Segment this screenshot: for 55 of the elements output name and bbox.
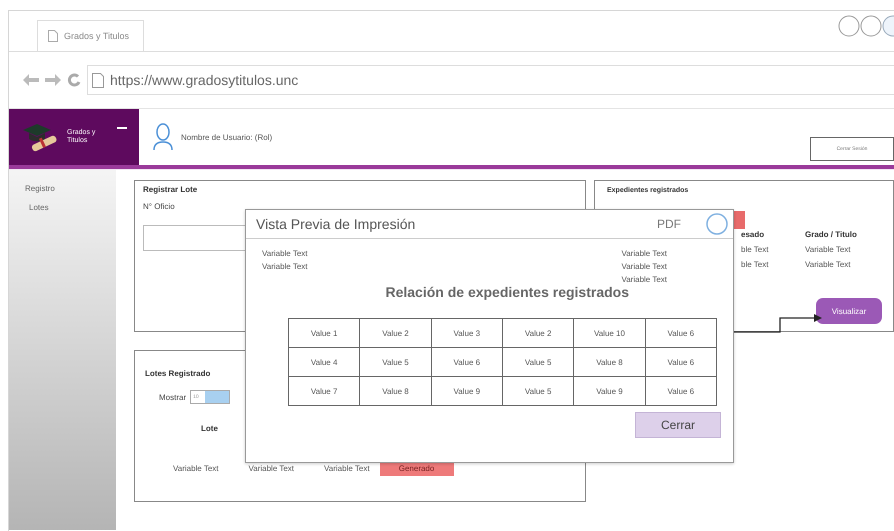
reload-icon[interactable]	[67, 73, 81, 87]
info-text: Variable Text	[621, 262, 667, 271]
table-cell: Value 1	[288, 318, 360, 348]
info-text: Variable Text	[262, 262, 308, 271]
window-controls-icon[interactable]	[838, 15, 894, 37]
page-icon	[48, 30, 58, 42]
column-header: esado	[741, 230, 766, 239]
table-cell: Value 8	[574, 348, 646, 376]
table-cell: Value 8	[360, 376, 432, 406]
address-bar[interactable]: https://www.gradosytitulos.unc	[87, 65, 894, 95]
pdf-link[interactable]: PDF	[657, 217, 681, 231]
sidebar-item[interactable]: Lotes	[25, 203, 49, 212]
user-name: Nombre de Usuario: (Rol)	[181, 132, 272, 142]
back-icon[interactable]	[23, 74, 39, 86]
table-cell: Value 6	[645, 348, 716, 376]
table-cell: Variable Text	[248, 464, 294, 472]
table-cell-text: Variable Text	[805, 260, 852, 269]
field-label: N° Oficio	[143, 202, 176, 211]
table-cell: Value 6	[645, 376, 716, 406]
dialog-title: Vista Previa de Impresión	[256, 216, 416, 232]
table-cell: Value 9	[431, 376, 502, 406]
column-header: Grado / Titulo	[805, 230, 858, 239]
column-header: Lote	[201, 424, 218, 433]
table-cell-text: Variable Text	[805, 245, 852, 254]
table-cell: Value 5	[502, 348, 574, 376]
table-cell: Value 6	[431, 348, 502, 376]
info-text: Variable Text	[262, 249, 308, 258]
view-button[interactable]: Visualizar	[816, 298, 882, 324]
info-text: Variable Text	[621, 275, 667, 284]
table-cell: Value 2	[502, 318, 574, 348]
table-cell: Variable Text	[324, 464, 370, 472]
table-cell-text: ble Text	[741, 260, 770, 269]
report-heading: Relación de expedientes registrados	[385, 284, 629, 300]
table-cell: Variable Text	[173, 464, 219, 472]
forward-icon[interactable]	[45, 74, 61, 86]
table-cell: Value 3	[431, 318, 502, 348]
table-cell: Value 9	[574, 376, 646, 406]
page-icon	[92, 72, 104, 88]
table-cell: Value 5	[502, 376, 574, 406]
panel-title: Registrar Lote	[143, 185, 198, 194]
sidebar-item[interactable]: Registro	[25, 184, 55, 193]
table-cell-text: ble Text	[741, 245, 770, 254]
table-cell: Value 4	[288, 348, 360, 376]
info-text: Variable Text	[621, 249, 667, 258]
browser-tab[interactable]: Grados y Titulos	[37, 20, 144, 51]
table-cell: Value 7	[288, 376, 360, 406]
panel-title: Lotes Registrado	[145, 369, 212, 378]
table-cell: Value 6	[645, 318, 716, 348]
show-label: Mostrar	[159, 392, 186, 402]
table-cell: Value 5	[360, 348, 432, 376]
table-cell: Value 10	[574, 318, 646, 348]
close-button[interactable]: Cerrar	[635, 412, 721, 438]
user-icon	[153, 123, 173, 151]
table-cell: Value 2	[360, 318, 432, 348]
circle-icon[interactable]	[705, 212, 729, 236]
